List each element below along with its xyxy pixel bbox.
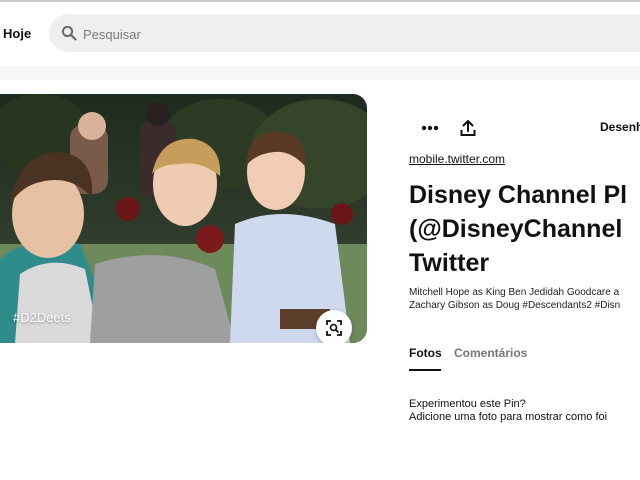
header: Hoje: [0, 2, 640, 66]
pin-title-line: (@DisneyChannel: [409, 215, 623, 243]
tried-prompt: Adicione uma foto para mostrar como foi: [409, 411, 608, 423]
pin-title: Disney Channel Pl (@DisneyChannel Twitte…: [409, 178, 640, 280]
more-options-button[interactable]: [418, 116, 442, 140]
pin-closeup-card: #D2Deets Desenh mobile.twitter.com Disne…: [0, 80, 640, 480]
tab-photos[interactable]: Fotos: [409, 346, 442, 360]
source-link[interactable]: mobile.twitter.com: [409, 152, 505, 166]
feed-background: [0, 66, 640, 80]
search-icon: [61, 25, 77, 41]
tried-question: Experimentou este Pin?: [409, 398, 526, 410]
pin-image[interactable]: #D2Deets: [0, 94, 367, 343]
search-bar[interactable]: [49, 14, 640, 54]
pin-tabs: Fotos Comentários: [409, 346, 640, 374]
board-select-button[interactable]: Desenh: [600, 120, 640, 134]
share-button[interactable]: [456, 116, 480, 140]
visual-search-button[interactable]: [316, 310, 352, 343]
pin-description: Mitchell Hope as King Ben Jedidah Goodca…: [409, 286, 640, 312]
pin-title-line: Disney Channel Pl: [409, 181, 628, 209]
visual-search-icon: [326, 320, 342, 336]
share-icon: [460, 120, 476, 136]
pin-description-line: Mitchell Hope as King Ben Jedidah Goodca…: [409, 287, 620, 298]
search-input[interactable]: [81, 14, 640, 54]
pin-description-line: Zachary Gibson as Doug #Descendants2 #Di…: [409, 300, 621, 311]
image-hashtag: #D2Deets: [13, 310, 71, 325]
nav-today-link[interactable]: Hoje: [3, 26, 31, 41]
tab-comments[interactable]: Comentários: [454, 346, 527, 360]
active-tab-underline: [409, 369, 441, 371]
pin-title-line: Twitter: [409, 249, 490, 277]
pin-actions: Desenh: [410, 116, 640, 140]
more-dots-icon: [421, 125, 439, 131]
pin-photo: [0, 94, 367, 343]
